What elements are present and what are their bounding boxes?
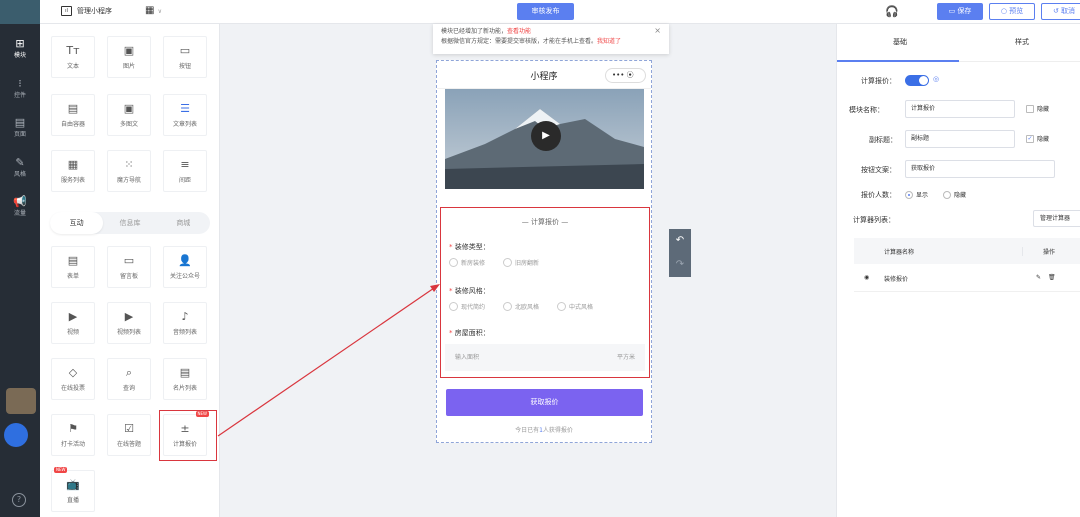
manage-calculator-button[interactable]: 管理计算器 [1033, 210, 1080, 227]
calc-list-label: 计算器列表： [853, 216, 895, 224]
count-label: 报价人数： [861, 191, 896, 199]
delete-icon[interactable]: 🗑 [1048, 274, 1056, 281]
hide-module-checkbox[interactable]: 隐藏 [1026, 104, 1049, 113]
properties-panel: 基础 样式 计算报价： ◎ 模块名称： 计算报价 隐藏 副标题： 副标题 ✓ 隐藏… [836, 24, 1080, 517]
tab-style[interactable]: 样式 [1015, 37, 1029, 47]
count-hide-radio[interactable]: 隐藏 [943, 190, 966, 199]
info-icon[interactable]: ◎ [933, 75, 939, 83]
module-name-input[interactable]: 计算报价 [905, 100, 1015, 118]
edit-icon[interactable]: ✎ [1036, 274, 1041, 281]
table-header: 计算器名称 操作 [854, 238, 1080, 264]
hide-subtitle-checkbox[interactable]: ✓ 隐藏 [1026, 134, 1049, 143]
calc-toggle[interactable] [905, 75, 929, 86]
table-row[interactable]: ◉ 装修报价 ✎ 🗑 [854, 264, 1080, 292]
tab-basic[interactable]: 基础 [893, 37, 907, 47]
props-tabs: 基础 样式 [837, 24, 1080, 62]
subtitle-label: 副标题： [869, 136, 897, 144]
count-show-radio[interactable]: 显示 [905, 190, 928, 199]
module-name-label: 模块名称： [849, 106, 884, 114]
button-text-label: 按钮文案： [861, 166, 896, 174]
calculator-table: 计算器名称 操作 ◉ 装修报价 ✎ 🗑 [854, 238, 1080, 298]
radio-select[interactable]: ◉ [864, 274, 869, 281]
calc-toggle-label: 计算报价： [861, 77, 896, 85]
subtitle-input[interactable]: 副标题 [905, 130, 1015, 148]
button-text-input[interactable]: 获取报价 [905, 160, 1055, 178]
